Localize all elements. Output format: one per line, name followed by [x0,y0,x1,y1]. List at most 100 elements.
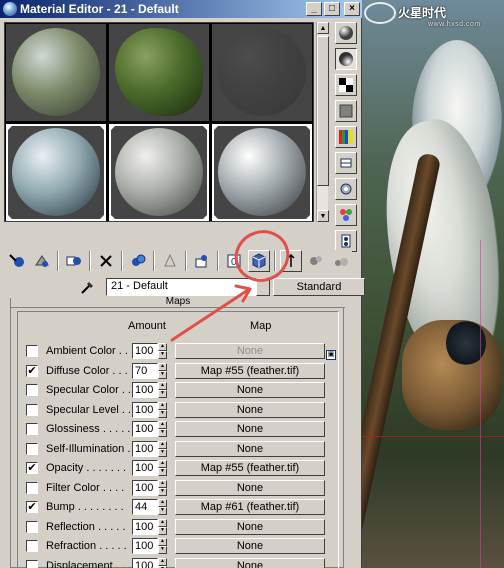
map-slot-button[interactable]: None [175,421,325,437]
map-enable-checkbox[interactable]: ✔ [26,501,38,513]
material-name-dropdown[interactable] [256,278,270,296]
map-slot-button[interactable]: None [175,557,325,568]
map-enable-checkbox[interactable]: ✔ [26,462,38,474]
map-enable-checkbox[interactable] [26,540,38,552]
make-unique-icon[interactable] [127,250,149,272]
sample-slot[interactable] [6,24,106,121]
map-enable-checkbox[interactable] [26,520,38,533]
sample-slot[interactable] [109,124,209,221]
map-amount-field[interactable]: 100 [132,460,158,476]
spinner-down-icon[interactable]: ▼ [158,351,167,359]
spinner-up-icon[interactable]: ▲ [158,460,167,468]
spinner-down-icon[interactable]: ▼ [158,468,167,476]
material-name-field[interactable]: 21 - Default [106,278,256,296]
map-amount-field[interactable]: 100 [132,479,158,496]
spinner-up-icon[interactable]: ▲ [158,440,167,449]
amount-spinner[interactable]: ▲▼ [158,440,167,457]
spinner-up-icon[interactable]: ▲ [158,421,167,429]
spinner-up-icon[interactable]: ▲ [158,343,167,351]
amount-spinner[interactable]: ▲▼ [158,518,167,535]
map-amount-field[interactable]: 100 [132,557,158,568]
map-amount-field[interactable]: 100 [132,421,158,437]
map-slot-button[interactable]: None [175,440,325,457]
map-enable-checkbox[interactable] [26,559,38,568]
spinner-down-icon[interactable]: ▼ [158,487,167,496]
map-slot-button[interactable]: None [175,518,325,535]
spinner-up-icon[interactable]: ▲ [158,401,167,410]
spinner-down-icon[interactable]: ▼ [158,409,167,418]
amount-spinner[interactable]: ▲▼ [158,343,167,359]
minimize-button[interactable]: _ [306,2,322,16]
spinner-up-icon[interactable]: ▲ [158,538,167,546]
map-enable-checkbox[interactable]: ✔ [26,364,38,377]
map-amount-field[interactable]: 100 [132,518,158,535]
map-amount-field[interactable]: 100 [132,343,158,359]
scroll-thumb[interactable] [317,36,329,186]
map-slot-button[interactable]: None [175,382,325,398]
video-color-check-icon[interactable] [335,126,357,148]
amount-spinner[interactable]: ▲▼ [158,421,167,437]
map-slot-button[interactable]: Map #55 (feather.tif) [175,460,325,476]
spinner-down-icon[interactable]: ▼ [158,429,167,437]
amount-spinner[interactable]: ▲▼ [158,382,167,398]
maps-rollout-title[interactable]: Maps [11,297,345,308]
spinner-up-icon[interactable]: ▲ [158,557,167,566]
map-enable-checkbox[interactable] [26,423,38,435]
spinner-up-icon[interactable]: ▲ [158,362,167,371]
slots-scrollbar[interactable]: ▲ ▼ [316,22,329,222]
close-button[interactable]: × [344,2,360,16]
map-slot-button[interactable]: Map #55 (feather.tif) [175,362,325,379]
map-amount-field[interactable]: 70 [132,362,158,379]
scroll-up-icon[interactable]: ▲ [317,22,329,34]
map-amount-field[interactable]: 44 [132,499,158,515]
checker-background-icon[interactable] [335,74,357,96]
spinner-down-icon[interactable]: ▼ [158,448,167,457]
spinner-down-icon[interactable]: ▼ [158,390,167,398]
map-enable-checkbox[interactable] [26,481,38,494]
sample-sphere-icon[interactable] [335,22,357,44]
map-enable-checkbox[interactable] [26,345,38,357]
assign-to-selection-icon[interactable] [63,250,85,272]
map-enable-checkbox[interactable] [26,403,38,416]
material-type-button[interactable]: Standard [273,278,365,296]
show-end-result-icon[interactable] [248,250,270,272]
amount-spinner[interactable]: ▲▼ [158,538,167,554]
maximize-button[interactable]: □ [324,2,340,16]
show-map-in-viewport-icon[interactable]: 0 [223,250,245,272]
map-slot-button[interactable]: None [175,479,325,496]
backlight-icon[interactable] [335,48,357,70]
uv-tiling-icon[interactable] [335,100,357,122]
sample-slot[interactable] [212,124,312,221]
sample-slot[interactable] [109,24,209,121]
sample-slot[interactable] [6,124,106,221]
spinner-down-icon[interactable]: ▼ [158,526,167,535]
go-to-parent-icon[interactable] [280,250,302,272]
map-amount-field[interactable]: 100 [132,538,158,554]
lock-icon[interactable]: ▣ [326,350,336,360]
get-material-icon[interactable] [6,250,28,272]
material-effects-channel-icon[interactable] [191,250,213,272]
map-amount-field[interactable]: 100 [132,401,158,418]
amount-spinner[interactable]: ▲▼ [158,479,167,496]
map-amount-field[interactable]: 100 [132,440,158,457]
spinner-down-icon[interactable]: ▼ [158,546,167,554]
options-icon[interactable] [335,178,357,200]
select-by-material-icon[interactable] [335,204,357,226]
amount-spinner[interactable]: ▲▼ [158,460,167,476]
map-slot-button[interactable]: Map #61 (feather.tif) [175,499,325,515]
put-to-scene-icon[interactable] [31,250,53,272]
scroll-down-icon[interactable]: ▼ [317,210,329,222]
map-slot-button[interactable]: None [175,538,325,554]
spinner-up-icon[interactable]: ▲ [158,479,167,488]
reset-map-icon[interactable] [95,250,117,272]
map-amount-field[interactable]: 100 [132,382,158,398]
spinner-down-icon[interactable]: ▼ [158,370,167,379]
put-to-library-icon[interactable] [159,250,181,272]
go-forward-icon[interactable] [305,250,327,272]
map-enable-checkbox[interactable] [26,384,38,396]
go-forward-sibling-icon[interactable] [330,250,352,272]
amount-spinner[interactable]: ▲▼ [158,557,167,568]
spinner-up-icon[interactable]: ▲ [158,499,167,507]
spinner-up-icon[interactable]: ▲ [158,518,167,527]
spinner-down-icon[interactable]: ▼ [158,507,167,515]
